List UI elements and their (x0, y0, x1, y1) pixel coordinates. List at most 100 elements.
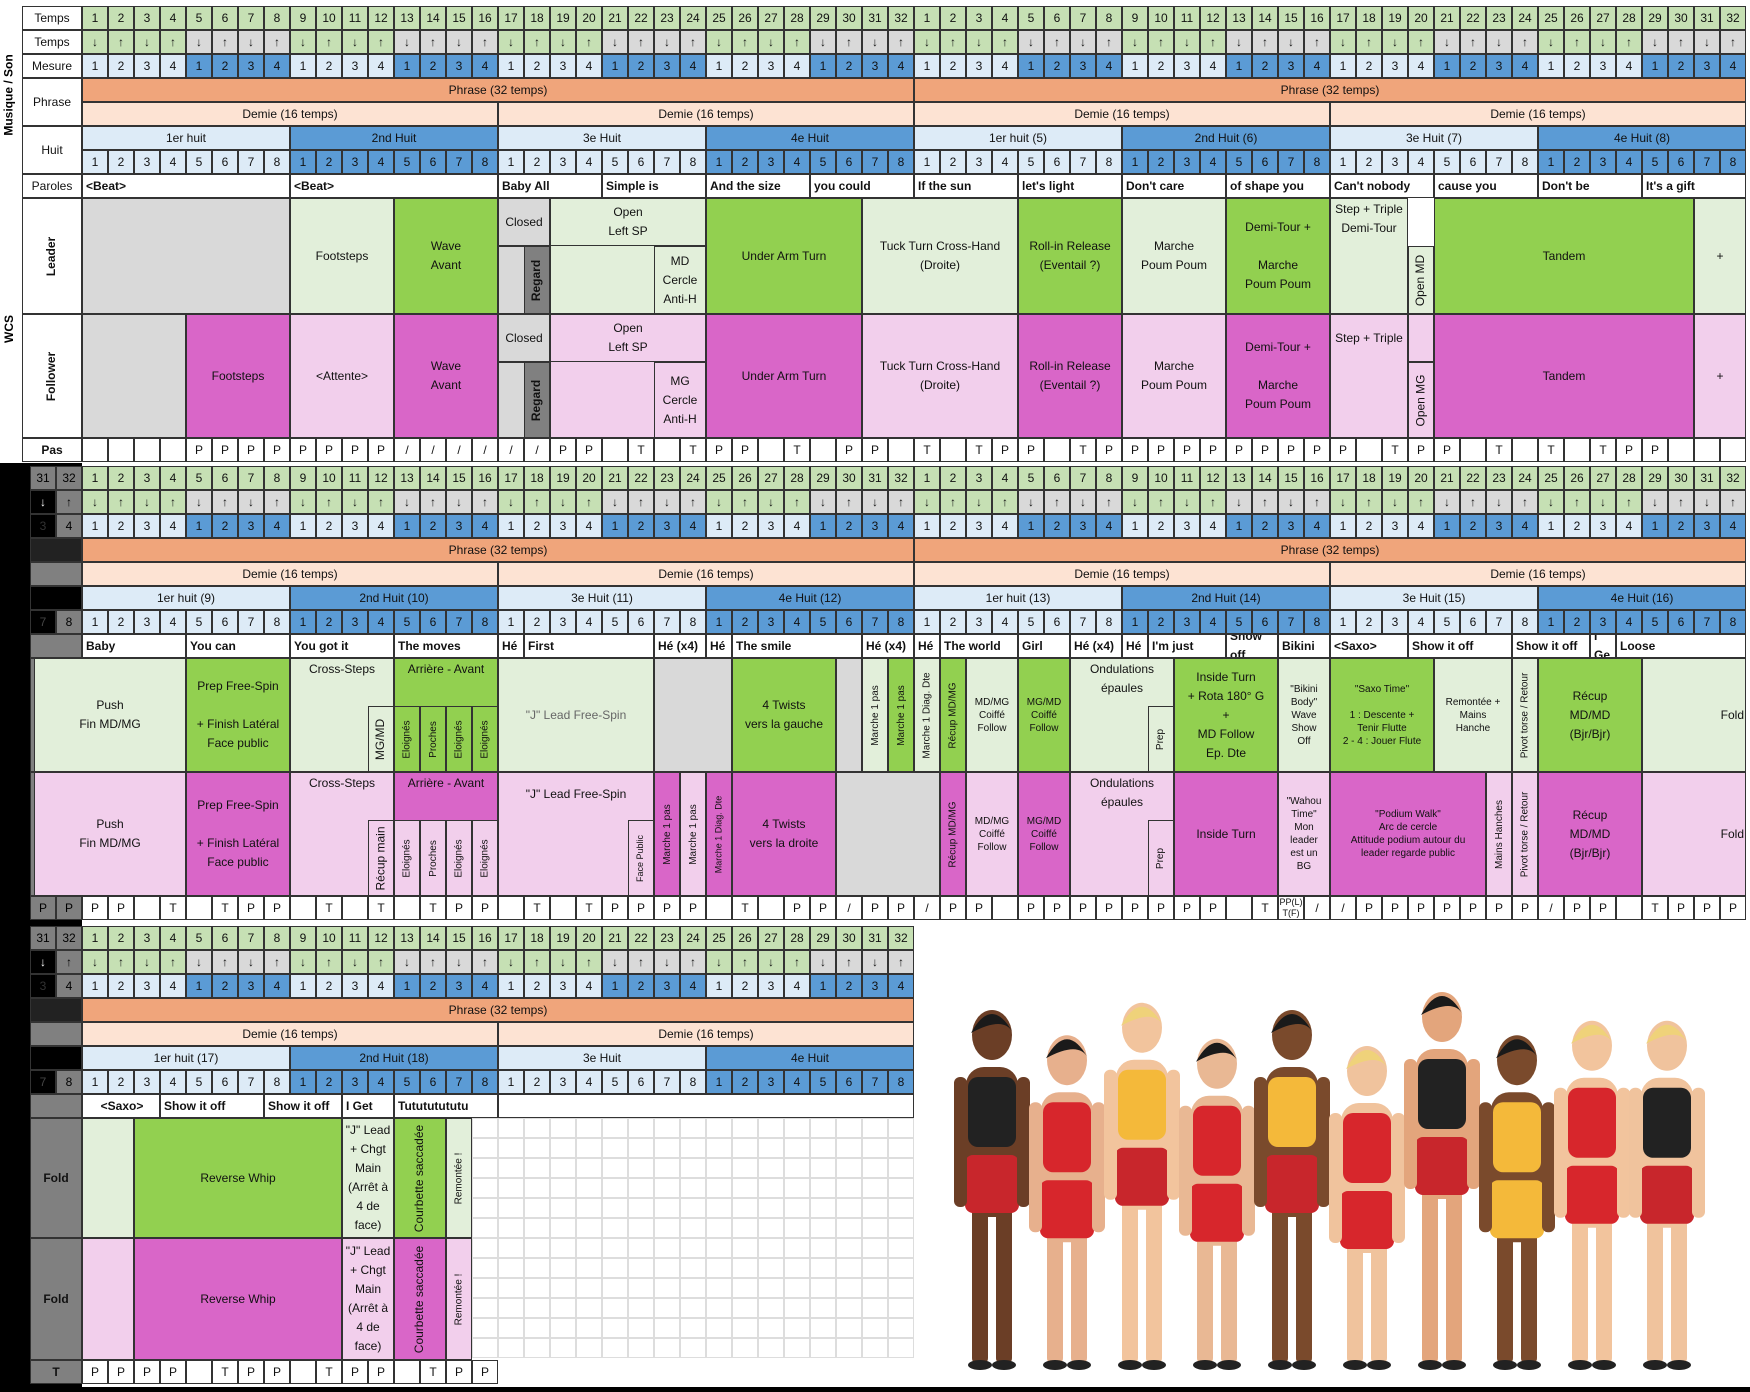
pas-cell: T (680, 438, 706, 462)
empty-grid-cell (732, 1338, 758, 1358)
pas-cell: P (576, 438, 602, 462)
pas-cell (1616, 896, 1642, 920)
arrow-cell: ↑ (212, 490, 238, 514)
huit-count-cell: 5 (1226, 150, 1252, 174)
temps-cell: 16 (1304, 6, 1330, 30)
pas-cell: P (264, 1360, 290, 1384)
huit-count-cell: 5 (394, 150, 420, 174)
huit-count-cell: 6 (420, 610, 446, 634)
mesure-cell: 3 (134, 54, 160, 78)
empty-grid-cell (602, 1338, 628, 1358)
huit-count-cell: 2 (108, 1070, 134, 1094)
pas-cell: P (810, 896, 836, 920)
arrow-cell: ↓ (238, 950, 264, 974)
mesure-cell: 1 (1018, 514, 1044, 538)
pas-cell (940, 438, 966, 462)
mesure-cell: 3 (1486, 54, 1512, 78)
arrow-cell: ↑ (888, 490, 914, 514)
paroles-cell: <Saxo> (82, 1094, 160, 1118)
huit-count-cell: 2 (524, 1070, 550, 1094)
huit-count-cell: 8 (680, 1070, 706, 1094)
pas-cell: P (186, 438, 212, 462)
arrow-cell: ↑ (680, 30, 706, 54)
temps-cell: 8 (264, 466, 290, 490)
mesure-cell: 1 (1538, 54, 1564, 78)
mesure-cell: 2 (1564, 514, 1590, 538)
mesure-cell: 3 (862, 54, 888, 78)
paroles-cell: Bikini (1278, 634, 1330, 658)
mesure-cell: 1 (1122, 514, 1148, 538)
huit-count-cell: 1 (1330, 150, 1356, 174)
temps-cell: 18 (1356, 466, 1382, 490)
mesure-cell: 2 (420, 514, 446, 538)
arrow-cell: ↑ (264, 490, 290, 514)
empty-grid-cell (836, 1158, 862, 1178)
mesure-cell: 4 (992, 514, 1018, 538)
pas-cell: P (1018, 896, 1044, 920)
huit-count-cell: 5 (602, 150, 628, 174)
paroles-cell: Tutututututu (394, 1094, 498, 1118)
huit-count-cell: 5 (394, 1070, 420, 1094)
temps-cell: 25 (706, 466, 732, 490)
temps-cell: 2 (940, 6, 966, 30)
mesure-cell: 4 (264, 974, 290, 998)
paroles-cell: Simple is (602, 174, 706, 198)
empty-grid-cell (550, 1238, 576, 1258)
arrow-cell: ↑ (628, 950, 654, 974)
pas-cell: P (368, 438, 394, 462)
empty-grid-cell (862, 1158, 888, 1178)
pas-cell (394, 1360, 420, 1384)
empty-grid-cell (836, 1318, 862, 1338)
paroles-cell: <Beat> (290, 174, 498, 198)
empty-grid-cell (758, 1178, 784, 1198)
pas-cell: P (836, 438, 862, 462)
mesure-cell: 1 (1226, 514, 1252, 538)
huit-count-cell: 5 (602, 1070, 628, 1094)
empty-grid-cell (732, 1298, 758, 1318)
huit-count-cell: 5 (186, 150, 212, 174)
phrase-cell: Phrase (32 temps) (914, 538, 1746, 562)
huit-count-cell: 2 (1564, 610, 1590, 634)
empty-grid-cell (862, 1238, 888, 1258)
huit-count-cell: 4 (992, 150, 1018, 174)
leader-roll-in: Roll-in Release (Eventail ?) (1018, 198, 1122, 314)
huit-cell: 3e Huit (15) (1330, 586, 1538, 610)
pas-cell: P (1174, 896, 1200, 920)
arrow-cell: ↓ (810, 950, 836, 974)
s2-follower-recup-main: Récup main (368, 820, 394, 896)
leader-wave: Wave Avant (394, 198, 498, 314)
leader-step-triple: Step + Triple Demi-Tour (1330, 198, 1408, 314)
temps-cell: 14 (420, 466, 446, 490)
mesure-cell: 4 (576, 974, 602, 998)
paroles-cell: Baby (82, 634, 186, 658)
s2-follower-mg-md-coiffe: MG/MD Coiffé Follow (1018, 772, 1070, 896)
arrow-cell: ↓ (82, 950, 108, 974)
huit-cell: 4e Huit (706, 126, 914, 150)
pas-cell: T (420, 1360, 446, 1384)
s3-left-4: 4 (56, 974, 82, 998)
empty-grid-cell (576, 1118, 602, 1138)
huit-count-cell: 7 (862, 610, 888, 634)
huit-count-cell: 4 (160, 610, 186, 634)
pas-cell: P (1122, 896, 1148, 920)
pas-cell: P (82, 1360, 108, 1384)
huit-count-cell: 8 (1512, 150, 1538, 174)
empty-grid-cell (602, 1198, 628, 1218)
huit-count-cell: 8 (1304, 150, 1330, 174)
empty-grid-cell (680, 1278, 706, 1298)
mesure-cell: 1 (290, 974, 316, 998)
mesure-cell: 3 (446, 514, 472, 538)
mesure-cell: 2 (420, 974, 446, 998)
paroles-cell: Show it off (1408, 634, 1512, 658)
arrow-cell: ↓ (394, 490, 420, 514)
pas-cell: P (1642, 438, 1668, 462)
huit-count-cell: 4 (992, 610, 1018, 634)
s2-leader-saxo-time: "Saxo Time" 1 : Descente + Tenir Flutte … (1330, 658, 1434, 772)
temps-cell: 7 (1070, 6, 1096, 30)
phrase-cell: Phrase (32 temps) (914, 78, 1746, 102)
paroles-cell: of shape you (1226, 174, 1330, 198)
arrow-cell: ↓ (810, 30, 836, 54)
s3-follower-courbette: Courbette saccadée (394, 1238, 446, 1360)
huit-count-cell: 6 (212, 610, 238, 634)
mesure-cell: 3 (654, 54, 680, 78)
